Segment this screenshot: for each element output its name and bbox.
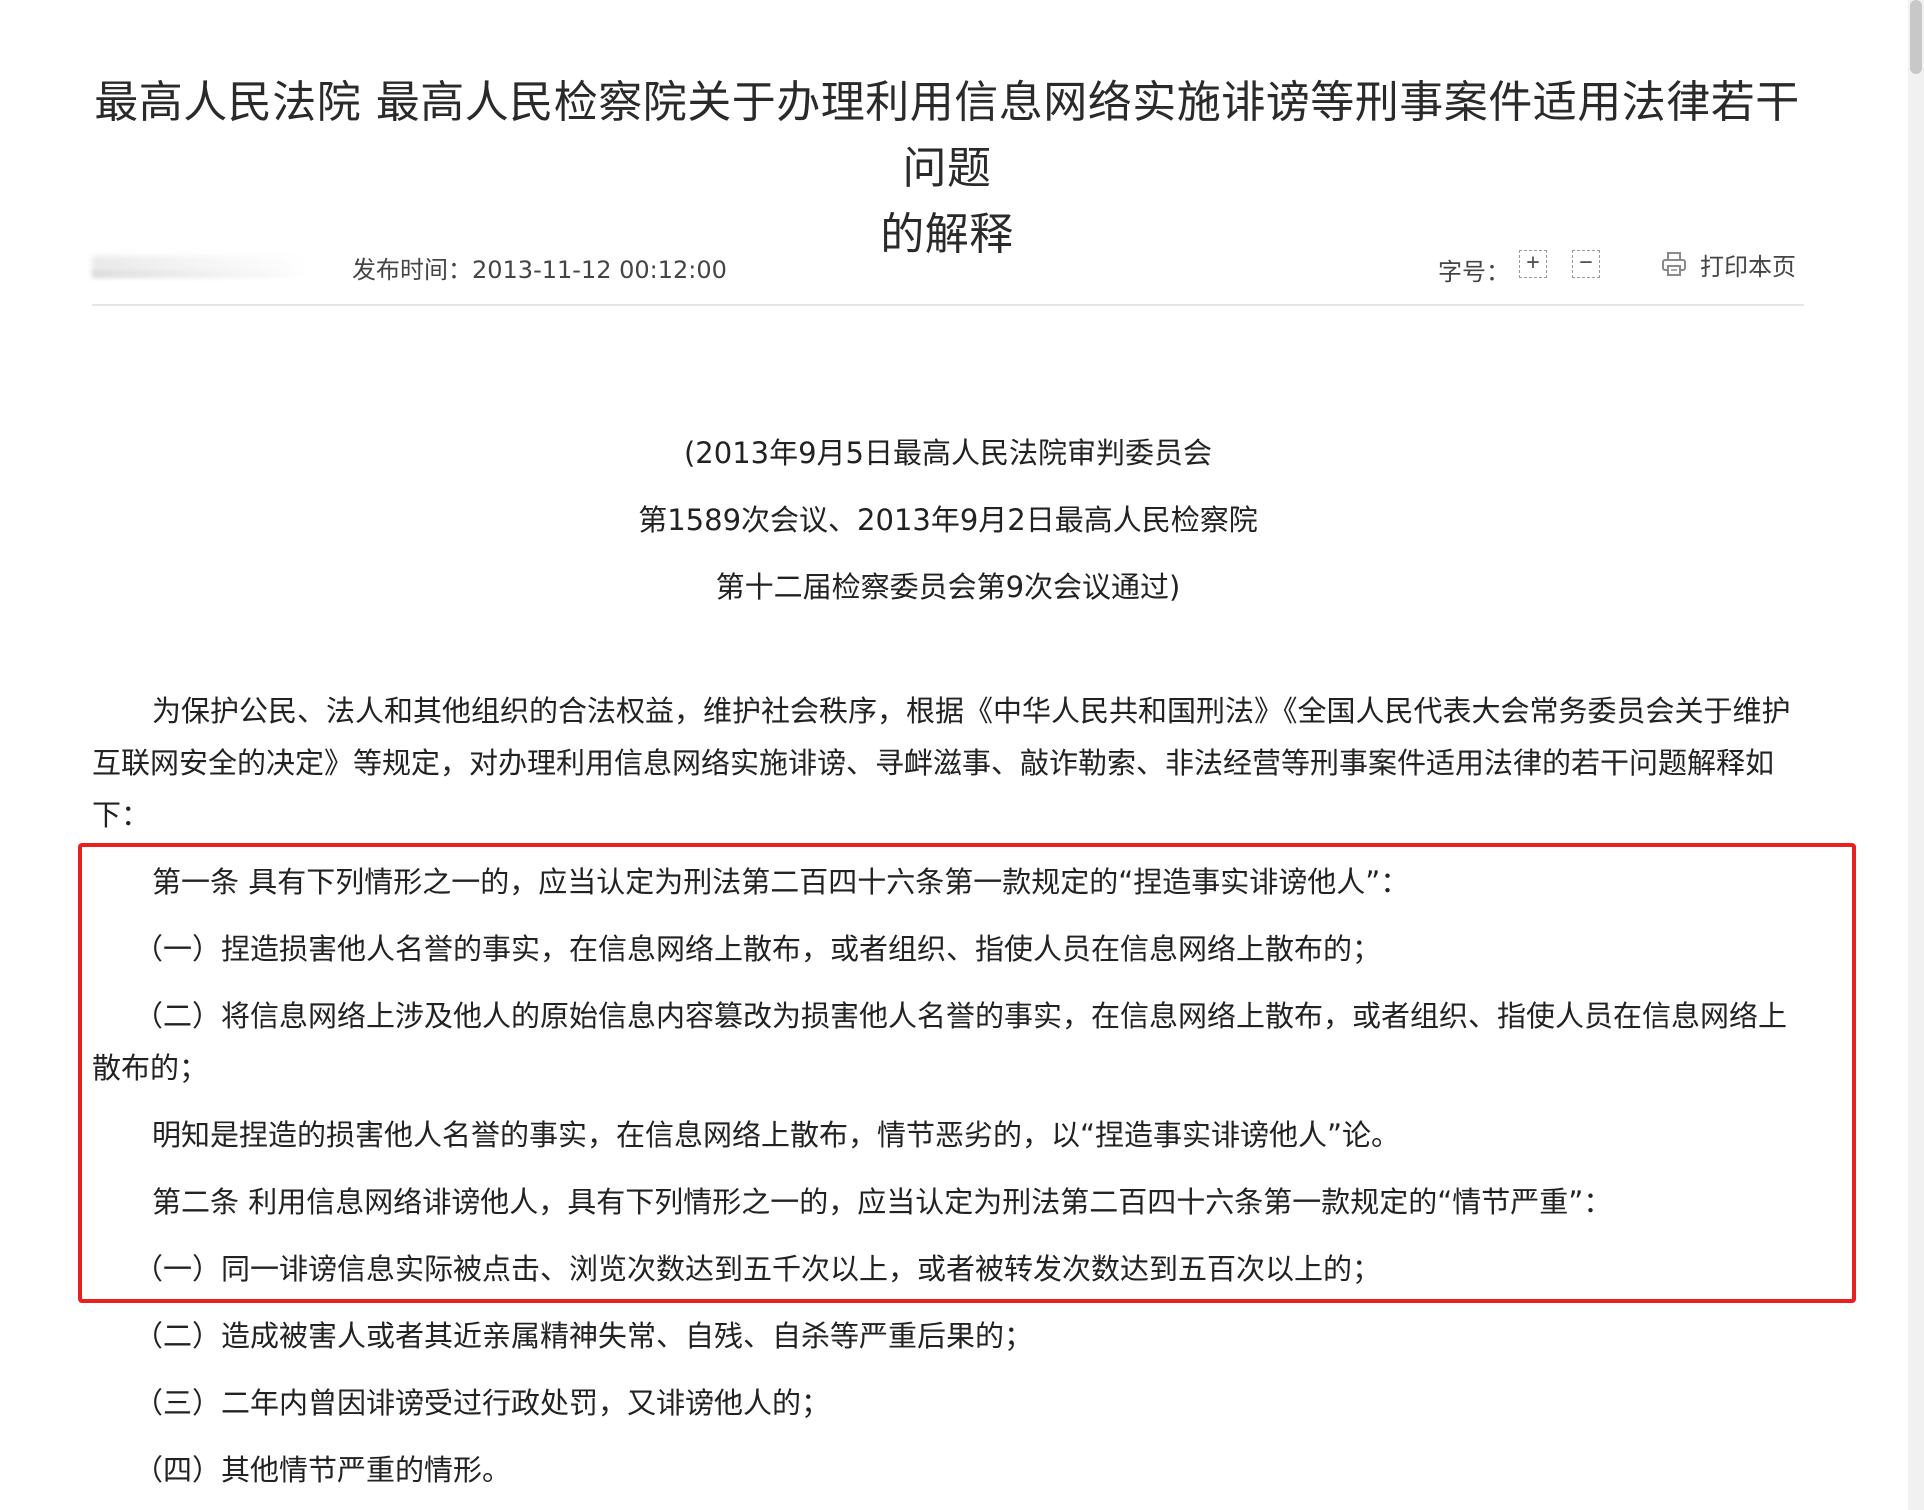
approval-line: 第1589次会议、2013年9月2日最高人民检察院	[638, 503, 1258, 537]
vertical-scrollbar[interactable]	[1908, 0, 1924, 1510]
approval-line: (2013年9月5日最高人民法院审判委员会	[683, 436, 1213, 470]
font-decrease-button[interactable]: −	[1572, 250, 1600, 278]
article-2-heading: 第二条 利用信息网络诽谤他人，具有下列情形之一的，应当认定为刑法第二百四十六条第…	[152, 1185, 1613, 1219]
print-page-button[interactable]: 打印本页	[1660, 248, 1796, 281]
publish-info: 发布时间：2013-11-12 00:12:00	[352, 250, 727, 285]
article-1-heading: 第一条 具有下列情形之一的，应当认定为刑法第二百四十六条第一款规定的“捏造事实诽…	[152, 865, 1410, 899]
meta-bar: 发布时间：2013-11-12 00:12:00 字号： + − 打印本页	[92, 248, 1804, 306]
approval-line: 第十二届检察委员会第9次会议通过)	[715, 570, 1181, 604]
publish-label: 发布时间：	[352, 256, 472, 284]
article-1-note: 明知是捏造的损害他人名誉的事实，在信息网络上散布，情节恶劣的，以“捏造事实诽谤他…	[152, 1118, 1401, 1152]
article-1-item-1: （一）捏造损害他人名誉的事实，在信息网络上散布，或者组织、指使人员在信息网络上散…	[134, 932, 1382, 966]
article-2-item-4: （四）其他情节严重的情形。	[134, 1453, 512, 1487]
article-2-item-1: （一）同一诽谤信息实际被点击、浏览次数达到五千次以上，或者被转发次数达到五百次以…	[134, 1252, 1382, 1286]
article-2-item-3: （三）二年内曾因诽谤受过行政处罚，又诽谤他人的；	[134, 1386, 831, 1420]
approval-note: (2013年9月5日最高人民法院审判委员会 第1589次会议、2013年9月2日…	[92, 420, 1804, 621]
print-label: 打印本页	[1700, 252, 1796, 281]
article-page: 最高人民法院 最高人民检察院关于办理利用信息网络实施诽谤等刑事案件适用法律若干问…	[0, 0, 1924, 1510]
printer-icon	[1662, 252, 1686, 276]
article-1-item-2: （二）将信息网络上涉及他人的原始信息内容篡改为损害他人名誉的事实，在信息网络上散…	[92, 999, 1788, 1085]
article-title: 最高人民法院 最高人民检察院关于办理利用信息网络实施诽谤等刑事案件适用法律若干问…	[92, 70, 1802, 268]
scrollbar-thumb[interactable]	[1910, 0, 1922, 74]
blurred-source-info-underline	[92, 270, 312, 278]
publish-time: 2013-11-12 00:12:00	[472, 256, 727, 284]
article-body: 为保护公民、法人和其他组织的合法权益，维护社会秩序，根据《中华人民共和国刑法》《…	[92, 685, 1804, 1496]
title-line-1: 最高人民法院 最高人民检察院关于办理利用信息网络实施诽谤等刑事案件适用法律若干问…	[94, 77, 1800, 194]
article-2-item-2: （二）造成被害人或者其近亲属精神失常、自残、自杀等严重后果的；	[134, 1319, 1034, 1353]
preamble-paragraph: 为保护公民、法人和其他组织的合法权益，维护社会秩序，根据《中华人民共和国刑法》《…	[92, 694, 1791, 832]
font-increase-button[interactable]: +	[1519, 250, 1547, 278]
font-size-label: 字号：	[1438, 258, 1510, 286]
